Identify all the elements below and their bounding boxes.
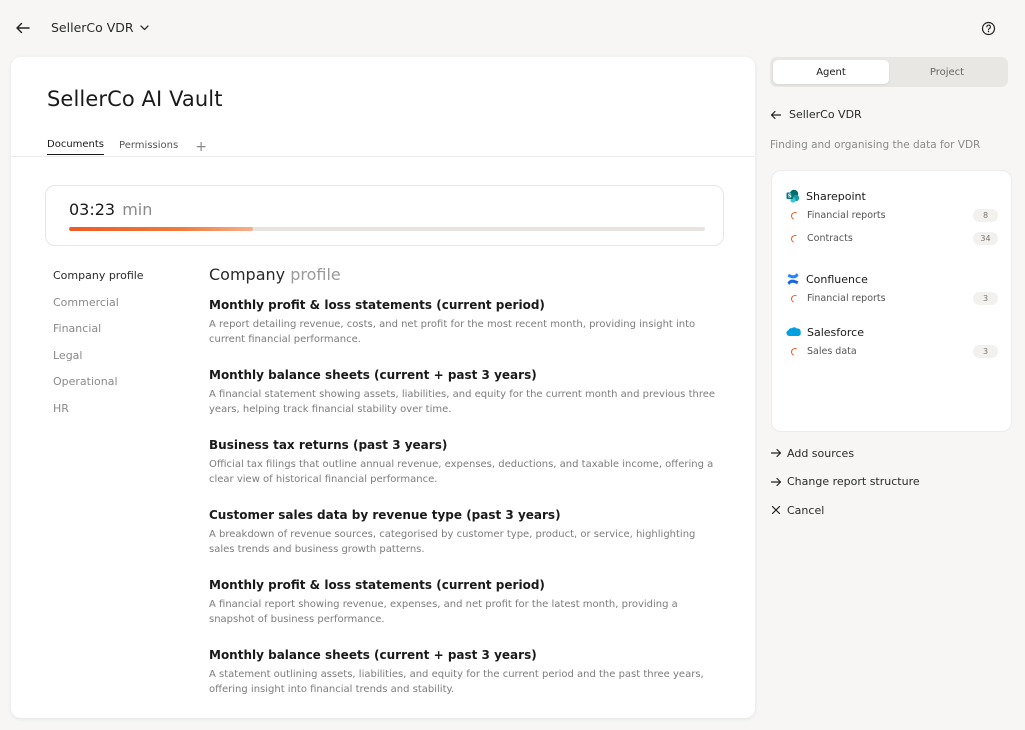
category-nav: Company profile Commercial Financial Leg… xyxy=(53,269,144,416)
category-legal[interactable]: Legal xyxy=(53,349,144,364)
tab-documents[interactable]: Documents xyxy=(47,139,105,155)
source-name: Sharepoint xyxy=(806,189,866,203)
document-title: Business tax returns (past 3 years) xyxy=(209,438,448,452)
category-operational[interactable]: Operational xyxy=(53,375,144,390)
loading-spinner-icon xyxy=(789,210,801,221)
document-description: Official tax filings that outline annual… xyxy=(209,459,714,485)
document-item[interactable]: Monthly profit & loss statements (curren… xyxy=(209,298,719,347)
arrow-right-icon xyxy=(770,477,782,486)
document-title: Monthly profit & loss statements (curren… xyxy=(209,578,545,592)
tab-agent[interactable]: Agent xyxy=(773,60,889,84)
svg-text:S: S xyxy=(788,194,792,200)
chevron-down-icon xyxy=(139,25,149,31)
source-row-label: Sales data xyxy=(807,346,857,357)
close-icon xyxy=(771,506,781,515)
source-row-label: Financial reports xyxy=(807,210,886,221)
source-name: Salesforce xyxy=(807,325,864,339)
tab-project[interactable]: Project xyxy=(889,60,1005,84)
count-badge: 3 xyxy=(973,292,998,305)
source-row-label: Contracts xyxy=(807,233,853,244)
tab-permissions[interactable]: Permissions xyxy=(119,140,178,155)
agent-back-label: SellerCo VDR xyxy=(789,108,862,121)
count-badge: 8 xyxy=(973,209,998,222)
source-row-label: Financial reports xyxy=(807,293,886,304)
sources-card: S Sharepoint Financial reports 8 Contrac… xyxy=(771,170,1012,432)
document-description: A statement outlining assets, liabilitie… xyxy=(209,669,704,695)
document-item[interactable]: Monthly profit & loss statements (curren… xyxy=(209,578,719,627)
source-header[interactable]: Confluence xyxy=(786,271,996,287)
vault-card: SellerCo AI Vault Documents Permissions … xyxy=(11,57,755,718)
vault-tabs: Documents Permissions + xyxy=(47,139,207,155)
category-hr[interactable]: HR xyxy=(53,402,144,417)
document-item[interactable]: Customer sales data by revenue type (pas… xyxy=(209,508,719,557)
source-row[interactable]: Contracts 34 xyxy=(786,227,998,250)
agent-status-text: Finding and organising the data for VDR xyxy=(770,139,981,151)
divider xyxy=(11,156,755,157)
count-badge: 3 xyxy=(973,345,998,358)
sharepoint-icon: S xyxy=(786,189,800,203)
action-label: Add sources xyxy=(787,446,855,460)
section-title: Company profile xyxy=(209,265,719,284)
category-company-profile[interactable]: Company profile xyxy=(53,269,144,284)
document-description: A breakdown of revenue sources, categori… xyxy=(209,529,696,555)
section-title-fade: profile xyxy=(290,265,341,284)
source-row[interactable]: Sales data 3 xyxy=(786,340,998,363)
vdr-selector-label: SellerCo VDR xyxy=(51,20,134,35)
help-icon[interactable] xyxy=(981,21,996,36)
action-label: Cancel xyxy=(787,503,825,517)
source-group-confluence: Confluence Financial reports 3 xyxy=(786,271,998,310)
loading-spinner-icon xyxy=(789,293,801,304)
vdr-selector[interactable]: SellerCo VDR xyxy=(51,20,150,35)
arrow-right-icon xyxy=(770,449,782,458)
agent-back-link[interactable]: SellerCo VDR xyxy=(770,108,862,121)
back-arrow-icon[interactable] xyxy=(14,19,32,37)
back-arrow-icon xyxy=(770,110,782,119)
loading-spinner-icon xyxy=(789,233,801,244)
document-title: Monthly profit & loss statements (curren… xyxy=(209,298,545,312)
document-title: Monthly balance sheets (current + past 3… xyxy=(209,368,537,382)
change-report-structure-button[interactable]: Change report structure xyxy=(770,475,920,490)
source-header[interactable]: Salesforce xyxy=(786,324,996,340)
progress-bar-fill xyxy=(69,227,254,231)
source-group-sharepoint: S Sharepoint Financial reports 8 Contrac… xyxy=(786,188,998,250)
category-financial[interactable]: Financial xyxy=(53,322,144,337)
document-title: Customer sales data by revenue type (pas… xyxy=(209,508,561,522)
document-description: A report detailing revenue, costs, and n… xyxy=(209,319,696,345)
timer-unit: min xyxy=(122,200,153,219)
progress-bar xyxy=(69,227,705,231)
source-group-salesforce: Salesforce Sales data 3 xyxy=(786,324,998,363)
top-bar: SellerCo VDR xyxy=(0,0,1025,56)
timer-readout: 03:23 min xyxy=(69,200,152,219)
add-sources-button[interactable]: Add sources xyxy=(770,446,920,461)
cancel-button[interactable]: Cancel xyxy=(770,503,920,518)
document-item[interactable]: Business tax returns (past 3 years) Offi… xyxy=(209,438,719,487)
category-commercial[interactable]: Commercial xyxy=(53,296,144,311)
source-header[interactable]: S Sharepoint xyxy=(786,188,996,204)
document-item[interactable]: Monthly balance sheets (current + past 3… xyxy=(209,648,719,697)
document-description: A financial statement showing assets, li… xyxy=(209,389,716,415)
source-row[interactable]: Financial reports 3 xyxy=(786,287,998,310)
action-label: Change report structure xyxy=(787,475,920,489)
progress-card: 03:23 min xyxy=(45,185,724,246)
document-title: Monthly balance sheets (current + past 3… xyxy=(209,648,537,662)
loading-spinner-icon xyxy=(789,346,801,357)
add-tab-button[interactable]: + xyxy=(195,140,207,154)
panel-tabs: Agent Project xyxy=(770,57,1008,87)
salesforce-icon xyxy=(786,327,801,337)
count-badge: 34 xyxy=(973,232,998,245)
section-title-main: Company xyxy=(209,265,291,284)
agent-actions: Add sources Change report structure Canc… xyxy=(770,446,920,518)
source-row[interactable]: Financial reports 8 xyxy=(786,204,998,227)
document-description: A financial report showing revenue, expe… xyxy=(209,599,678,625)
page-title: SellerCo AI Vault xyxy=(47,87,223,111)
document-list: Company profile Monthly profit & loss st… xyxy=(209,265,719,718)
document-item[interactable]: Monthly balance sheets (current + past 3… xyxy=(209,368,719,417)
confluence-icon xyxy=(787,273,799,285)
source-name: Confluence xyxy=(806,272,868,286)
timer-value: 03:23 xyxy=(69,200,116,219)
